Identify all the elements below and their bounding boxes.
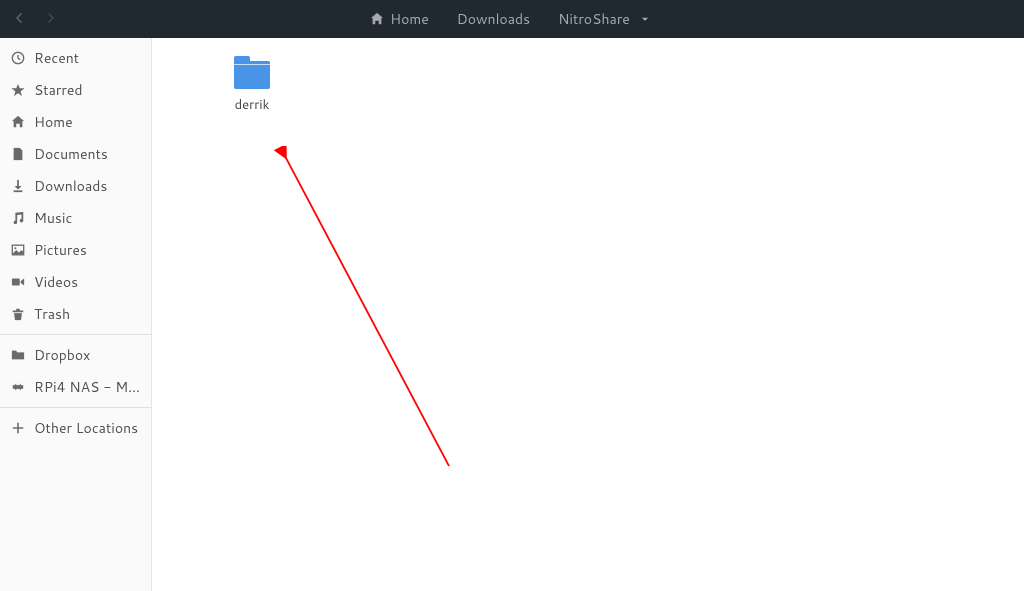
sidebar-item-label: Downloads: [34, 176, 107, 196]
folder-name: derrik: [235, 96, 270, 114]
nav-buttons: [0, 9, 56, 29]
dropbox-icon: [10, 347, 26, 363]
sidebar-divider: [0, 407, 151, 408]
folder-item-derrik[interactable]: derrik: [202, 48, 302, 122]
sidebar-item-label: Recent: [34, 48, 79, 68]
sidebar-item-videos[interactable]: Videos: [0, 266, 151, 298]
document-icon: [10, 146, 26, 162]
sidebar-item-label: Home: [34, 112, 73, 132]
back-button[interactable]: [14, 9, 26, 29]
home-icon: [10, 114, 26, 130]
breadcrumb-downloads[interactable]: Downloads: [443, 5, 544, 33]
sidebar-item-dropbox[interactable]: Dropbox: [0, 339, 151, 371]
sidebar-item-label: Dropbox: [34, 345, 90, 365]
sidebar-item-label: Starred: [34, 80, 83, 100]
sidebar-item-label: Other Locations: [34, 418, 138, 438]
sidebar-item-pictures[interactable]: Pictures: [0, 234, 151, 266]
sidebar-item-label: Music: [34, 208, 72, 228]
music-icon: [10, 210, 26, 226]
sidebar-item-label: Documents: [34, 144, 108, 164]
content-area[interactable]: derrik: [152, 38, 1024, 591]
sidebar-divider: [0, 334, 151, 335]
plus-icon: [10, 420, 26, 436]
chevron-down-icon: [640, 14, 650, 24]
forward-button[interactable]: [44, 9, 56, 29]
sidebar-item-documents[interactable]: Documents: [0, 138, 151, 170]
sidebar-item-starred[interactable]: Starred: [0, 74, 151, 106]
sidebar-item-recent[interactable]: Recent: [0, 42, 151, 74]
home-icon: [370, 12, 384, 26]
sidebar-item-home[interactable]: Home: [0, 106, 151, 138]
folder-icon: [232, 56, 272, 90]
recent-icon: [10, 50, 26, 66]
sidebar: Recent Starred Home Documents Downloads: [0, 38, 152, 591]
sidebar-item-music[interactable]: Music: [0, 202, 151, 234]
trash-icon: [10, 306, 26, 322]
breadcrumb-label: NitroShare: [558, 9, 630, 29]
breadcrumb-label: Downloads: [457, 9, 530, 29]
sidebar-item-label: RPi4 NAS - Me...: [34, 377, 141, 397]
sidebar-item-label: Videos: [34, 272, 78, 292]
breadcrumb-label: Home: [390, 9, 429, 29]
breadcrumb-home[interactable]: Home: [356, 5, 443, 33]
sidebar-item-downloads[interactable]: Downloads: [0, 170, 151, 202]
header-bar: Home Downloads NitroShare: [0, 0, 1024, 38]
download-icon: [10, 178, 26, 194]
network-icon: [10, 379, 26, 395]
sidebar-item-nas[interactable]: RPi4 NAS - Me...: [0, 371, 151, 403]
breadcrumb-bar: Home Downloads NitroShare: [56, 5, 964, 33]
main-container: Recent Starred Home Documents Downloads: [0, 38, 1024, 591]
sidebar-item-other-locations[interactable]: Other Locations: [0, 412, 151, 444]
picture-icon: [10, 242, 26, 258]
star-icon: [10, 82, 26, 98]
sidebar-item-label: Pictures: [34, 240, 87, 260]
sidebar-item-trash[interactable]: Trash: [0, 298, 151, 330]
breadcrumb-nitroshare[interactable]: NitroShare: [544, 5, 664, 33]
sidebar-item-label: Trash: [34, 304, 70, 324]
video-icon: [10, 274, 26, 290]
annotation-arrow: [274, 146, 474, 486]
